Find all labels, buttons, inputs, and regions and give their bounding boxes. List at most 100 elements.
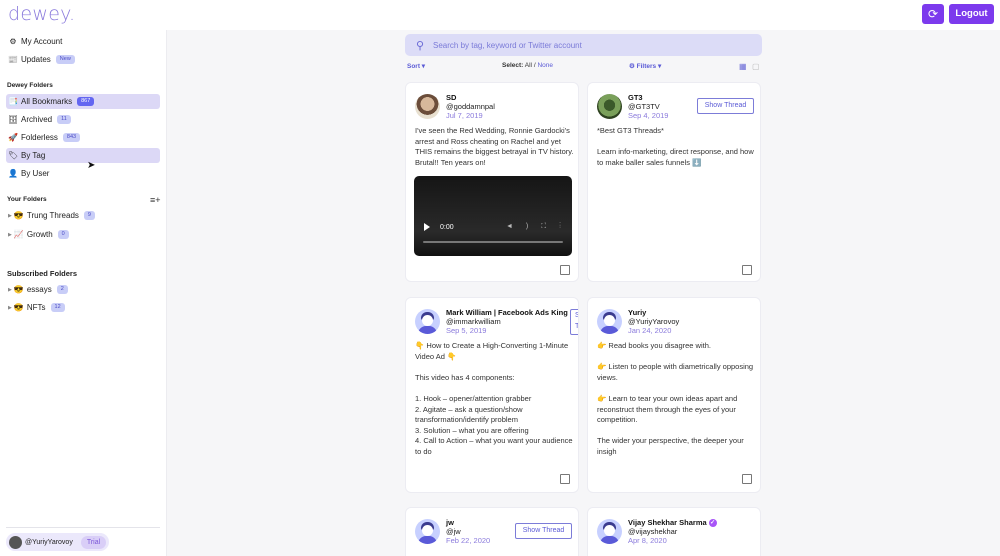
- show-thread-button[interactable]: Show Thread: [570, 309, 578, 335]
- avatar: [415, 309, 440, 334]
- bookmark-card: jw @jw Feb 22, 2020 Show Thread: [405, 507, 579, 556]
- play-icon[interactable]: [424, 223, 430, 231]
- author-name: GT3: [628, 93, 643, 102]
- plan-badge[interactable]: Trial: [80, 535, 107, 549]
- select-checkbox[interactable]: [742, 265, 752, 275]
- sidebar-item-nfts[interactable]: ▶ 😎 NFTs 12: [8, 300, 65, 315]
- dewey-folders-title: Dewey Folders: [7, 82, 53, 89]
- mouse-cursor-icon: ➤: [87, 160, 96, 171]
- search-icon: ⚲: [415, 39, 425, 52]
- avatar: [415, 519, 440, 544]
- author-handle[interactable]: @goddamnpal: [446, 102, 495, 111]
- add-folder-icon[interactable]: ≡+: [150, 195, 161, 205]
- sidebar-item-by-user[interactable]: 👤 By User: [8, 166, 49, 181]
- author-name: Vijay Shekhar Sharma ✓: [628, 518, 717, 527]
- video-time: 0:00: [440, 224, 454, 231]
- show-thread-button[interactable]: Show Thread: [515, 523, 572, 539]
- sidebar-item-growth[interactable]: ▶ 📈 Growth 0: [8, 227, 69, 242]
- avatar: [597, 94, 622, 119]
- count-badge: 867: [77, 97, 95, 106]
- expand-caret-icon[interactable]: ▶: [8, 305, 12, 311]
- sidebar-divider: [6, 527, 160, 528]
- author-handle[interactable]: @jw: [446, 527, 461, 536]
- bookmark-card: Yuriy @YuriyYarovoy Jan 24, 2020 👉 Read …: [587, 297, 761, 493]
- user-profile-pill[interactable]: @YuriyYarovoy Trial: [6, 533, 109, 551]
- select-checkbox[interactable]: [742, 474, 752, 484]
- select-controls: Select: All / None: [502, 62, 553, 69]
- avatar: [9, 535, 22, 549]
- sidebar-item-label: Growth: [26, 230, 53, 239]
- count-badge: 11: [57, 115, 71, 124]
- author-handle[interactable]: @vijayshekhar: [628, 527, 677, 536]
- sidebar-item-by-tag[interactable]: 🏷 By Tag: [6, 148, 160, 163]
- author-handle[interactable]: @GT3TV: [628, 102, 660, 111]
- avatar: [415, 94, 440, 119]
- sort-dropdown[interactable]: Sort ▾: [407, 62, 425, 70]
- sidebar-item-essays[interactable]: ▶ 😎 essays 2: [8, 282, 68, 297]
- avatar: [597, 309, 622, 334]
- expand-caret-icon[interactable]: ▶: [8, 232, 12, 238]
- rocket-icon: 🚀: [8, 133, 18, 142]
- sidebar-item-label: Folderless: [21, 133, 58, 142]
- grid-view-icon[interactable]: ▦: [739, 62, 747, 71]
- filters-dropdown[interactable]: ⚙ Filters ▾: [629, 62, 661, 70]
- video-progress-bar[interactable]: [423, 241, 563, 243]
- bookmark-card: SD @goddamnpal Jul 7, 2019 I've seen the…: [405, 82, 579, 282]
- tweet-body: *Best GT3 Threads* Learn info-marketing,…: [597, 126, 754, 167]
- expand-caret-icon[interactable]: ▶: [8, 287, 12, 293]
- select-checkbox[interactable]: [560, 474, 570, 484]
- count-badge: 0: [57, 230, 69, 239]
- chart-icon: 📈: [13, 230, 24, 239]
- select-checkbox[interactable]: [560, 265, 570, 275]
- refresh-button[interactable]: ⟳: [922, 4, 944, 24]
- tweet-date[interactable]: Jul 7, 2019: [446, 111, 483, 120]
- sidebar-item-label: My Account: [21, 37, 63, 46]
- sidebar-item-folderless[interactable]: 🚀 Folderless 843: [8, 130, 81, 145]
- refresh-icon: ⟳: [927, 7, 939, 21]
- author-name: Yuriy: [628, 308, 647, 317]
- sidebar-item-archived[interactable]: 🗄 Archived 11: [8, 112, 71, 127]
- dewey-logo[interactable]: dewey.: [8, 3, 75, 25]
- archive-icon: 🗄: [8, 115, 19, 124]
- tweet-date[interactable]: Sep 5, 2019: [446, 326, 486, 335]
- new-badge: New: [55, 55, 75, 64]
- video-player[interactable]: 0:00 ◄)⛶⋮: [414, 176, 572, 256]
- your-folders-title: Your Folders: [7, 196, 47, 203]
- select-label: Select:: [502, 62, 524, 69]
- author-handle[interactable]: @YuriyYarovoy: [628, 317, 679, 326]
- sidebar-item-label: All Bookmarks: [21, 97, 73, 106]
- sidebar-item-updates[interactable]: 📰 Updates New: [8, 52, 75, 67]
- bookmark-card: GT3 @GT3TV Sep 4, 2019 Show Thread *Best…: [587, 82, 761, 282]
- select-all-link[interactable]: All: [525, 62, 532, 69]
- newspaper-icon: 📰: [8, 55, 18, 64]
- sidebar-item-all-bookmarks[interactable]: 📑 All Bookmarks 867: [6, 94, 160, 109]
- tweet-body: 👉 Read books you disagree with. 👉 Listen…: [597, 341, 754, 456]
- bookmark-card: Vijay Shekhar Sharma ✓ @vijayshekhar Apr …: [587, 507, 761, 556]
- tag-icon: 🏷: [8, 151, 19, 160]
- sidebar-item-label: Archived: [21, 115, 53, 124]
- sidebar-item-label: Trung Threads: [26, 211, 79, 220]
- avatar: [597, 519, 622, 544]
- show-thread-button[interactable]: Show Thread: [697, 98, 754, 114]
- select-none-link[interactable]: None: [537, 62, 553, 69]
- sidebar-item-my-account[interactable]: ⚙ My Account: [8, 34, 62, 49]
- tweet-date[interactable]: Sep 4, 2019: [628, 111, 668, 120]
- sidebar: ⚙ My Account 📰 Updates New Dewey Folders…: [0, 30, 167, 556]
- list-view-icon[interactable]: ▢: [752, 62, 760, 71]
- tweet-body: 👇 How to Create a High-Converting 1-Minu…: [415, 341, 573, 456]
- search-input[interactable]: [433, 40, 733, 50]
- cool-face-icon: 😎: [13, 211, 24, 220]
- author-name: Mark William | Facebook Ads King: [446, 308, 568, 317]
- author-name: SD: [446, 93, 457, 102]
- verified-badge-icon: ✓: [708, 519, 717, 527]
- sidebar-item-trung-threads[interactable]: ▶ 😎 Trung Threads 9: [8, 208, 95, 223]
- video-controls-icon[interactable]: ◄)⛶⋮: [506, 223, 574, 231]
- author-handle[interactable]: @immarkwilliam: [446, 317, 501, 326]
- tweet-date[interactable]: Jan 24, 2020: [628, 326, 671, 335]
- expand-caret-icon[interactable]: ▶: [8, 213, 12, 219]
- tweet-date[interactable]: Apr 8, 2020: [628, 536, 667, 545]
- bookmark-card: Mark William | Facebook Ads King @immark…: [405, 297, 579, 493]
- search-bar: ⚲: [405, 34, 762, 56]
- tweet-date[interactable]: Feb 22, 2020: [446, 536, 490, 545]
- logout-button[interactable]: Logout: [949, 4, 994, 24]
